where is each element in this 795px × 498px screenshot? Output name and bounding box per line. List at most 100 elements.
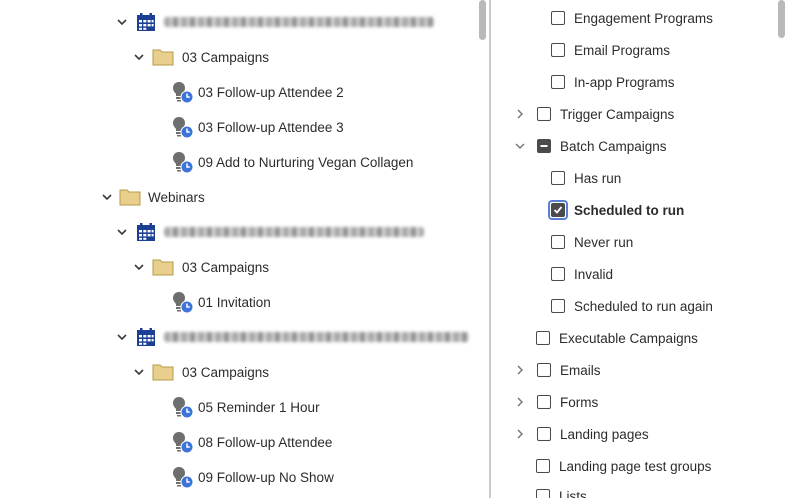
- tree-scrollbar-thumb[interactable]: [479, 0, 486, 40]
- chevron-down-icon[interactable]: [101, 191, 113, 203]
- filter-label: In-app Programs: [574, 74, 675, 90]
- folder-icon: [152, 48, 174, 66]
- filter-label: Never run: [574, 234, 634, 250]
- tree-item-folder-webinars[interactable]: Webinars: [101, 185, 205, 209]
- checkbox[interactable]: [536, 489, 550, 498]
- folder-icon: [152, 363, 174, 381]
- chevron-down-icon[interactable]: [133, 366, 145, 378]
- tree-item-folder-campaigns-1[interactable]: 03 Campaigns: [133, 45, 269, 69]
- filter-label: Landing pages: [560, 426, 649, 442]
- redacted-event-name: [164, 227, 424, 237]
- checkbox[interactable]: [551, 299, 565, 313]
- checkbox[interactable]: [551, 75, 565, 89]
- checkbox[interactable]: [537, 427, 551, 441]
- campaign-label: 09 Add to Nurturing Vegan Collagen: [198, 154, 414, 170]
- chevron-right-icon[interactable]: [514, 428, 526, 440]
- folder-label: 03 Campaigns: [182, 49, 270, 65]
- filter-lists[interactable]: Lists: [536, 484, 587, 498]
- calendar-icon: [136, 222, 156, 242]
- chevron-down-icon[interactable]: [116, 16, 128, 28]
- filter-label: Trigger Campaigns: [560, 106, 675, 122]
- chevron-down-icon[interactable]: [116, 226, 128, 238]
- calendar-icon: [136, 327, 156, 347]
- filter-label: Has run: [574, 170, 622, 186]
- campaign-label: 05 Reminder 1 Hour: [198, 399, 320, 415]
- chevron-right-icon[interactable]: [514, 364, 526, 376]
- filter-landing-page-test-groups[interactable]: Landing page test groups: [536, 454, 711, 478]
- tree-item-event-2[interactable]: [116, 220, 424, 244]
- filter-label: Emails: [560, 362, 601, 378]
- program-tree-pane: 03 Campaigns 03 Follow-up Attendee 2 03 …: [0, 0, 489, 498]
- checkbox[interactable]: [537, 363, 551, 377]
- filter-invalid[interactable]: Invalid: [551, 262, 613, 286]
- filter-label: Scheduled to run again: [574, 298, 713, 314]
- filter-scheduled-to-run-again[interactable]: Scheduled to run again: [551, 294, 713, 318]
- filter-engagement-programs[interactable]: Engagement Programs: [551, 6, 713, 30]
- redacted-event-name: [164, 332, 469, 342]
- campaign-label: 03 Follow-up Attendee 2: [198, 84, 344, 100]
- tree-item-campaign[interactable]: 03 Follow-up Attendee 2: [170, 80, 344, 104]
- checkbox[interactable]: [537, 107, 551, 121]
- smart-campaign-scheduled-icon: [170, 290, 194, 314]
- checkbox[interactable]: [551, 235, 565, 249]
- campaign-label: 03 Follow-up Attendee 3: [198, 119, 344, 135]
- smart-campaign-scheduled-icon: [170, 465, 194, 489]
- smart-campaign-scheduled-icon: [170, 150, 194, 174]
- filter-label: Invalid: [574, 266, 614, 282]
- tree-item-campaign[interactable]: 08 Follow-up Attendee: [170, 430, 332, 454]
- chevron-right-icon[interactable]: [514, 108, 526, 120]
- tree-item-campaign[interactable]: 03 Follow-up Attendee 3: [170, 115, 344, 139]
- filter-never-run[interactable]: Never run: [551, 230, 633, 254]
- checkbox[interactable]: [551, 43, 565, 57]
- tree-item-event-1[interactable]: [116, 10, 434, 34]
- filter-scheduled-to-run[interactable]: Scheduled to run: [548, 198, 685, 222]
- checkbox[interactable]: [551, 11, 565, 25]
- folder-label: 03 Campaigns: [182, 259, 270, 275]
- tree-item-folder-campaigns-3[interactable]: 03 Campaigns: [133, 360, 269, 384]
- filter-batch-campaigns[interactable]: Batch Campaigns: [514, 134, 667, 158]
- folder-icon: [119, 188, 141, 206]
- campaign-label: 01 Invitation: [198, 294, 271, 310]
- chevron-down-icon[interactable]: [133, 51, 145, 63]
- filter-label: Engagement Programs: [574, 10, 713, 26]
- filter-forms[interactable]: Forms: [514, 390, 598, 414]
- chevron-down-icon[interactable]: [116, 331, 128, 343]
- smart-campaign-scheduled-icon: [170, 430, 194, 454]
- checkbox-checked[interactable]: [551, 203, 565, 217]
- checkbox[interactable]: [551, 267, 565, 281]
- filter-has-run[interactable]: Has run: [551, 166, 621, 190]
- filter-label: Scheduled to run: [574, 202, 685, 218]
- campaign-label: 09 Follow-up No Show: [198, 469, 334, 485]
- filter-in-app-programs[interactable]: In-app Programs: [551, 70, 675, 94]
- calendar-icon: [136, 12, 156, 32]
- checkbox[interactable]: [536, 459, 550, 473]
- folder-label: Webinars: [148, 189, 205, 205]
- checkbox[interactable]: [551, 171, 565, 185]
- tree-item-event-3[interactable]: [116, 325, 469, 349]
- checkbox[interactable]: [536, 331, 550, 345]
- chevron-right-icon[interactable]: [514, 396, 526, 408]
- tree-item-campaign[interactable]: 09 Follow-up No Show: [170, 465, 334, 489]
- filter-landing-pages[interactable]: Landing pages: [514, 422, 649, 446]
- filter-label: Forms: [560, 394, 599, 410]
- folder-label: 03 Campaigns: [182, 364, 270, 380]
- checkbox[interactable]: [537, 395, 551, 409]
- tree-item-folder-campaigns-2[interactable]: 03 Campaigns: [133, 255, 269, 279]
- tree-item-campaign[interactable]: 09 Add to Nurturing Vegan Collagen: [170, 150, 413, 174]
- smart-campaign-scheduled-icon: [170, 80, 194, 104]
- filter-label: Email Programs: [574, 42, 671, 58]
- filter-email-programs[interactable]: Email Programs: [551, 38, 670, 62]
- filter-label: Lists: [559, 488, 587, 498]
- filter-pane: Engagement Programs Email Programs In-ap…: [491, 0, 795, 498]
- checkbox-indeterminate[interactable]: [537, 139, 551, 153]
- tree-item-campaign[interactable]: 01 Invitation: [170, 290, 271, 314]
- filter-executable-campaigns[interactable]: Executable Campaigns: [536, 326, 698, 350]
- filter-trigger-campaigns[interactable]: Trigger Campaigns: [514, 102, 674, 126]
- filter-scrollbar-thumb[interactable]: [778, 0, 785, 38]
- filter-emails[interactable]: Emails: [514, 358, 601, 382]
- checkbox-focus-ring[interactable]: [548, 200, 568, 220]
- tree-item-campaign[interactable]: 05 Reminder 1 Hour: [170, 395, 320, 419]
- campaign-label: 08 Follow-up Attendee: [198, 434, 333, 450]
- chevron-down-icon[interactable]: [514, 140, 526, 152]
- chevron-down-icon[interactable]: [133, 261, 145, 273]
